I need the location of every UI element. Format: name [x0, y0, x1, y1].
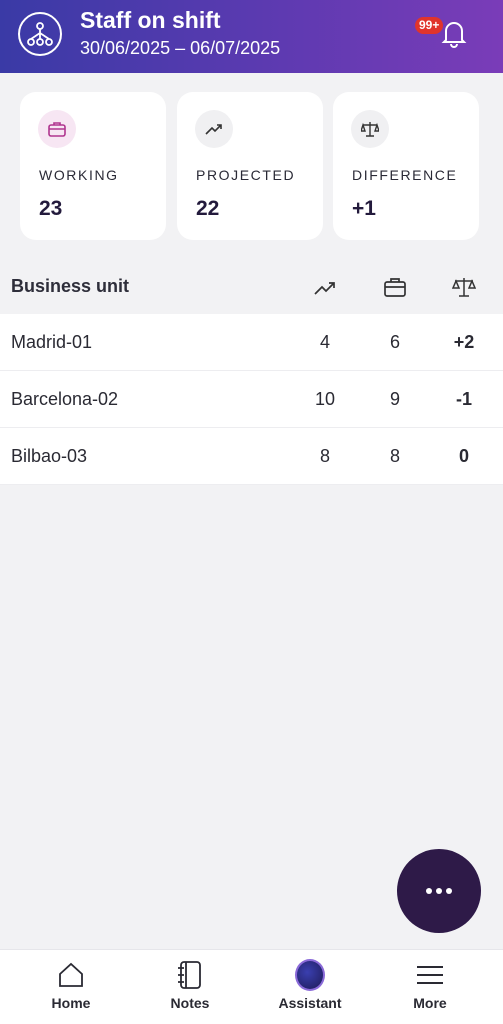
page-title: Staff on shift: [80, 7, 221, 33]
row-working: 8: [389, 446, 400, 466]
business-unit-table: Madrid-01 4 6 +2 Barcelona-02 10 9 -1 Bi…: [0, 314, 503, 485]
scale-icon[interactable]: [452, 275, 476, 299]
card-value: 22: [196, 197, 220, 220]
row-working: 6: [389, 332, 400, 352]
row-unit-name: Barcelona-02: [11, 389, 119, 409]
stats-cards: WORKING 23 PROJECTED 22 DIFFERENCE +1: [20, 92, 481, 240]
bell-icon[interactable]: [441, 18, 467, 48]
scale-icon: [351, 110, 389, 148]
card-label: PROJECTED: [196, 167, 296, 183]
row-working: 9: [389, 389, 400, 409]
table-row[interactable]: Madrid-01 4 6 +2: [0, 314, 503, 371]
table-row[interactable]: Bilbao-03 8 8 0: [0, 428, 503, 485]
card-working[interactable]: WORKING 23: [20, 92, 166, 240]
card-label: DIFFERENCE: [352, 167, 458, 183]
more-horizontal-icon: [426, 888, 452, 894]
row-unit-name: Bilbao-03: [11, 446, 88, 466]
trending-up-icon[interactable]: [313, 275, 337, 299]
card-label: WORKING: [39, 167, 119, 183]
notification-badge: 99+: [415, 17, 444, 34]
nav-label: Home: [51, 995, 91, 1011]
more-actions-button[interactable]: [397, 849, 481, 933]
assistant-avatar-icon: [295, 959, 325, 991]
row-difference: -1: [455, 389, 472, 409]
date-range[interactable]: 30/06/2025 – 06/07/2025: [80, 38, 280, 59]
table-row[interactable]: Barcelona-02 10 9 -1: [0, 371, 503, 428]
table-header: Business unit: [0, 262, 503, 312]
row-projected: 4: [319, 332, 330, 352]
card-value: 23: [39, 197, 63, 220]
card-value: +1: [352, 197, 376, 220]
nav-label: More: [413, 995, 447, 1011]
notebook-icon: [175, 960, 205, 990]
row-projected: 8: [319, 446, 330, 466]
briefcase-icon[interactable]: [383, 275, 407, 299]
nav-home[interactable]: Home: [21, 950, 121, 1024]
card-difference[interactable]: DIFFERENCE +1: [333, 92, 479, 240]
nav-assistant[interactable]: Assistant: [260, 950, 360, 1024]
nav-label: Assistant: [278, 995, 342, 1011]
nav-label: Notes: [170, 995, 210, 1011]
briefcase-icon: [38, 110, 76, 148]
row-projected: 10: [314, 389, 336, 409]
menu-icon: [415, 960, 445, 990]
app-header: Staff on shift 30/06/2025 – 06/07/2025 9…: [0, 0, 503, 73]
row-unit-name: Madrid-01: [11, 332, 93, 352]
bottom-navigation: Home Notes Assistant More: [0, 949, 503, 1024]
row-difference: +2: [453, 332, 475, 352]
nav-more[interactable]: More: [380, 950, 480, 1024]
home-icon: [56, 960, 86, 990]
row-difference: 0: [458, 446, 469, 466]
nav-notes[interactable]: Notes: [140, 950, 240, 1024]
card-projected[interactable]: PROJECTED 22: [177, 92, 323, 240]
org-chart-icon[interactable]: [18, 12, 62, 56]
column-business-unit[interactable]: Business unit: [11, 276, 129, 297]
trending-up-icon: [195, 110, 233, 148]
